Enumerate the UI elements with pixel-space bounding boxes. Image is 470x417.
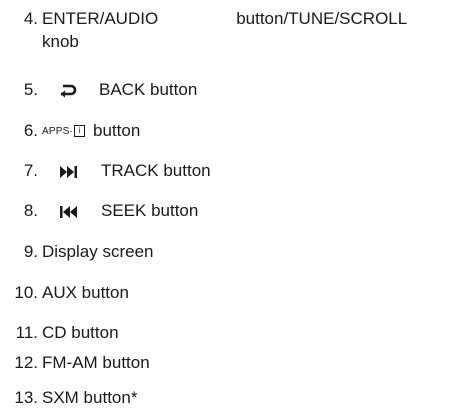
item-number: 6. (23, 121, 38, 140)
item-number: 12. (14, 353, 38, 372)
item-text: TRACK button (59, 160, 211, 181)
next-track-icon (59, 165, 79, 179)
back-arrow-icon (59, 84, 77, 98)
item-label: SEEK button (101, 201, 199, 220)
item-label: CD button (42, 323, 119, 342)
item-number: 5. (23, 80, 38, 99)
item-label: button (93, 121, 141, 140)
item-number: 10. (14, 283, 38, 302)
item-number: 13. (14, 388, 38, 407)
item-text: SEEK button (59, 200, 198, 221)
item-text-part-2: button/TUNE/SCROLL (236, 9, 408, 28)
controls-legend-list: 4. ENTER/AUDIO button/TUNE/SCROLL knob 5.… (0, 0, 470, 417)
item-text: ENTER/AUDIO button/TUNE/SCROLL (42, 8, 407, 29)
info-box-icon: i (74, 125, 86, 137)
item-text-part-1: ENTER/AUDIO (42, 9, 159, 28)
item-label: SXM button* (42, 388, 138, 407)
item-label: Display screen (42, 242, 154, 261)
item-number: 8. (23, 201, 38, 220)
apps-info-icon: APPS· i (42, 121, 86, 142)
item-text: APPS· i button (42, 120, 140, 142)
apps-badge-label: APPS· (42, 126, 74, 137)
item-number: 7. (23, 161, 38, 180)
item-number: 9. (23, 242, 38, 261)
item-label: FM-AM button (42, 353, 150, 372)
item-number: 4. (23, 9, 38, 28)
seek-back-icon (59, 205, 79, 219)
item-text-part-3: knob (42, 32, 79, 51)
item-text: BACK button (59, 79, 197, 100)
item-label: TRACK button (101, 161, 211, 180)
item-label: AUX button (42, 283, 129, 302)
item-label: BACK button (99, 80, 198, 99)
item-number: 11. (15, 323, 38, 342)
